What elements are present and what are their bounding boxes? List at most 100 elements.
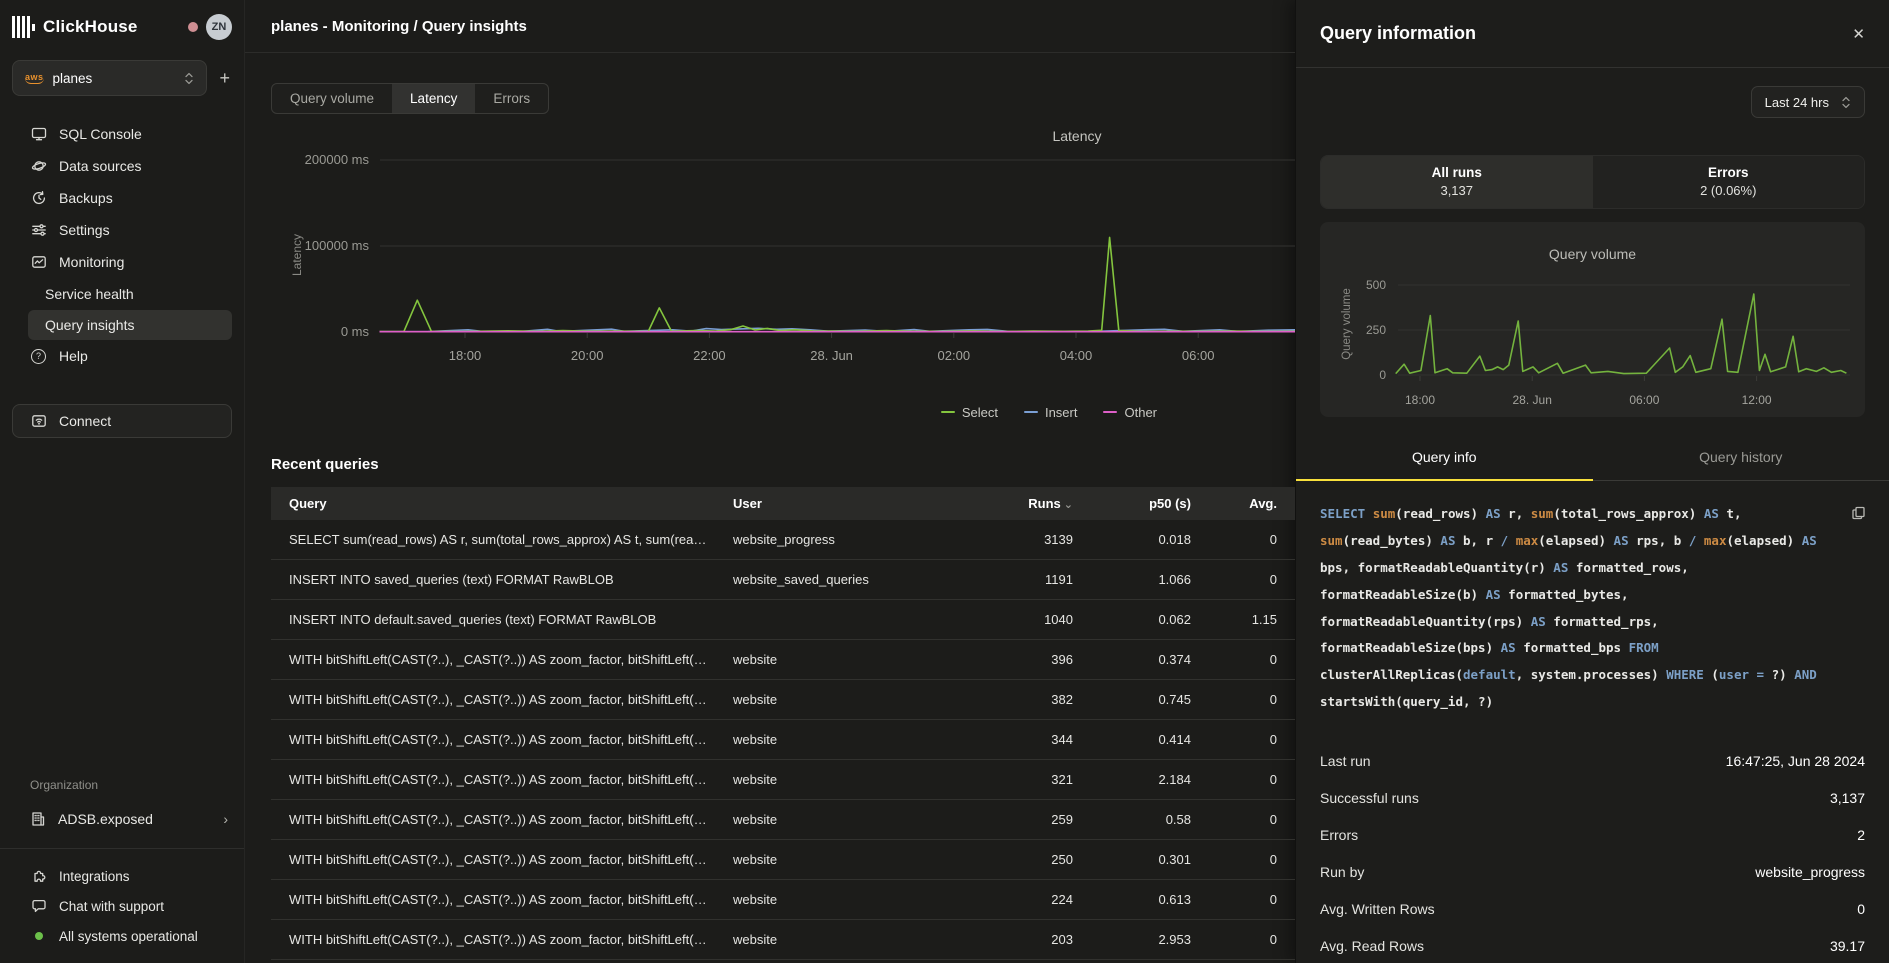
query-volume-chart-title: Query volume — [1320, 246, 1865, 262]
table-row[interactable]: WITH bitShiftLeft(CAST(?..), _CAST(?..))… — [271, 720, 1295, 760]
table-body: SELECT sum(read_rows) AS r, sum(total_ro… — [271, 520, 1295, 960]
latency-chart-container: Latency Latency 0 ms100000 ms200000 ms18… — [245, 120, 1295, 398]
summary-tab-errors[interactable]: Errors 2 (0.06%) — [1593, 156, 1865, 208]
svg-text:100000 ms: 100000 ms — [305, 238, 370, 253]
column-p50[interactable]: p50 (s) — [1073, 496, 1191, 511]
cell-p50: 2.953 — [1073, 932, 1191, 947]
backups-icon — [30, 190, 47, 206]
monitoring-icon — [30, 254, 47, 270]
cell-query: WITH bitShiftLeft(CAST(?..), _CAST(?..))… — [289, 852, 733, 867]
cell-query: WITH bitShiftLeft(CAST(?..), _CAST(?..))… — [289, 932, 733, 947]
svg-text:04:00: 04:00 — [1060, 348, 1093, 363]
table-row[interactable]: WITH bitShiftLeft(CAST(?..), _CAST(?..))… — [271, 760, 1295, 800]
stat-row: Last run 16:47:25, Jun 28 2024 — [1320, 742, 1865, 779]
sidebar-item-query-insights[interactable]: Query insights — [28, 310, 232, 340]
page-title: planes - Monitoring / Query insights — [271, 18, 527, 35]
table-header: Query User Runs⌄ p50 (s) Avg. — [271, 487, 1295, 520]
recent-queries-table: Query User Runs⌄ p50 (s) Avg. SELECT sum… — [271, 487, 1295, 960]
stat-row: Run by website_progress — [1320, 853, 1865, 890]
sidebar-item-label: Monitoring — [59, 254, 124, 270]
sidebar-item-data-sources[interactable]: Data sources — [0, 150, 244, 182]
cell-avg: 0 — [1191, 692, 1277, 707]
close-icon[interactable]: ✕ — [1852, 25, 1865, 43]
svg-text:0: 0 — [1379, 368, 1386, 382]
errors-count: 2 (0.06%) — [1593, 183, 1865, 198]
sidebar-item-backups[interactable]: Backups — [0, 182, 244, 214]
sidebar-item-help[interactable]: ? Help — [0, 340, 244, 372]
cell-query: INSERT INTO default.saved_queries (text)… — [289, 612, 733, 627]
legend-item-select[interactable]: Select — [941, 405, 998, 420]
summary-tab-all-runs[interactable]: All runs 3,137 — [1321, 156, 1593, 208]
sidebar-item-sql-console[interactable]: SQL Console — [0, 118, 244, 150]
organization-selector[interactable]: ADSB.exposed › — [0, 802, 244, 836]
table-row[interactable]: WITH bitShiftLeft(CAST(?..), _CAST(?..))… — [271, 800, 1295, 840]
tab-query-history[interactable]: Query history — [1593, 437, 1889, 481]
cell-query: INSERT INTO saved_queries (text) FORMAT … — [289, 572, 733, 587]
cell-runs: 224 — [981, 892, 1073, 907]
table-row[interactable]: INSERT INTO saved_queries (text) FORMAT … — [271, 560, 1295, 600]
sidebar-item-integrations[interactable]: Integrations — [0, 861, 244, 891]
chart-tabs-row: Query volume Latency Errors — [271, 83, 1295, 114]
tab-latency[interactable]: Latency — [392, 84, 475, 113]
stat-label: Avg. Written Rows — [1320, 901, 1435, 917]
svg-text:250: 250 — [1366, 323, 1386, 337]
connect-button[interactable]: Connect — [12, 404, 232, 438]
cell-query: WITH bitShiftLeft(CAST(?..), _CAST(?..))… — [289, 892, 733, 907]
column-avg[interactable]: Avg. — [1191, 496, 1277, 511]
sidebar-item-service-health[interactable]: Service health — [0, 278, 244, 310]
table-row[interactable]: WITH bitShiftLeft(CAST(?..), _CAST(?..))… — [271, 840, 1295, 880]
copy-icon[interactable] — [1852, 503, 1865, 530]
user-avatar[interactable]: ZN — [206, 14, 232, 40]
query-volume-chart-ylabel: Query volume — [1341, 269, 1353, 379]
column-query[interactable]: Query — [289, 496, 733, 511]
stat-value: 0 — [1857, 901, 1865, 917]
stat-value: 16:47:25, Jun 28 2024 — [1726, 753, 1865, 769]
column-runs[interactable]: Runs⌄ — [981, 496, 1073, 511]
tab-query-info[interactable]: Query info — [1296, 437, 1593, 481]
svg-text:28. Jun: 28. Jun — [810, 348, 853, 363]
cell-query: WITH bitShiftLeft(CAST(?..), _CAST(?..))… — [289, 652, 733, 667]
settings-sliders-icon — [30, 222, 47, 238]
svg-text:02:00: 02:00 — [938, 348, 971, 363]
tab-errors[interactable]: Errors — [475, 84, 548, 113]
sidebar-item-chat-support[interactable]: Chat with support — [0, 891, 244, 921]
table-row[interactable]: SELECT sum(read_rows) AS r, sum(total_ro… — [271, 520, 1295, 560]
panel-title: Query information — [1320, 23, 1476, 44]
legend-item-insert[interactable]: Insert — [1024, 405, 1078, 420]
sidebar-item-system-status[interactable]: All systems operational — [0, 921, 244, 951]
svg-text:06:00: 06:00 — [1629, 393, 1659, 407]
svg-text:18:00: 18:00 — [1405, 393, 1435, 407]
cell-avg: 0 — [1191, 932, 1277, 947]
stat-value: 3,137 — [1830, 790, 1865, 806]
sidebar-item-monitoring[interactable]: Monitoring — [0, 246, 244, 278]
legend-swatch — [1024, 411, 1038, 414]
service-selector[interactable]: aws planes — [12, 60, 207, 96]
cell-runs: 321 — [981, 772, 1073, 787]
tab-query-volume[interactable]: Query volume — [272, 84, 392, 113]
time-range-selector[interactable]: Last 24 hrs — [1751, 86, 1865, 118]
add-service-button[interactable]: + — [217, 68, 232, 89]
sidebar-nav: SQL Console Data sources Backups Setting… — [0, 118, 244, 372]
cell-runs: 396 — [981, 652, 1073, 667]
cell-avg: 0 — [1191, 852, 1277, 867]
table-row[interactable]: WITH bitShiftLeft(CAST(?..), _CAST(?..))… — [271, 680, 1295, 720]
table-row[interactable]: WITH bitShiftLeft(CAST(?..), _CAST(?..))… — [271, 920, 1295, 960]
svg-text:200000 ms: 200000 ms — [305, 152, 370, 167]
stat-label: Successful runs — [1320, 790, 1419, 806]
cell-runs: 1040 — [981, 612, 1073, 627]
help-icon: ? — [30, 349, 47, 364]
stat-row: Avg. Read Rows 39.17 — [1320, 927, 1865, 963]
cell-avg: 0 — [1191, 732, 1277, 747]
integrations-puzzle-icon — [30, 868, 47, 884]
column-user[interactable]: User — [733, 496, 981, 511]
table-row[interactable]: WITH bitShiftLeft(CAST(?..), _CAST(?..))… — [271, 880, 1295, 920]
cell-user: website — [733, 892, 981, 907]
footer-item-label: Integrations — [59, 869, 130, 884]
connect-icon — [31, 413, 47, 429]
sql-code-block: SELECT sum(read_rows) AS r, sum(total_ro… — [1320, 501, 1865, 716]
table-row[interactable]: WITH bitShiftLeft(CAST(?..), _CAST(?..))… — [271, 640, 1295, 680]
latency-chart-legend: Select Insert Other — [245, 398, 1295, 426]
sidebar-item-settings[interactable]: Settings — [0, 214, 244, 246]
legend-item-other[interactable]: Other — [1103, 405, 1157, 420]
table-row[interactable]: INSERT INTO default.saved_queries (text)… — [271, 600, 1295, 640]
